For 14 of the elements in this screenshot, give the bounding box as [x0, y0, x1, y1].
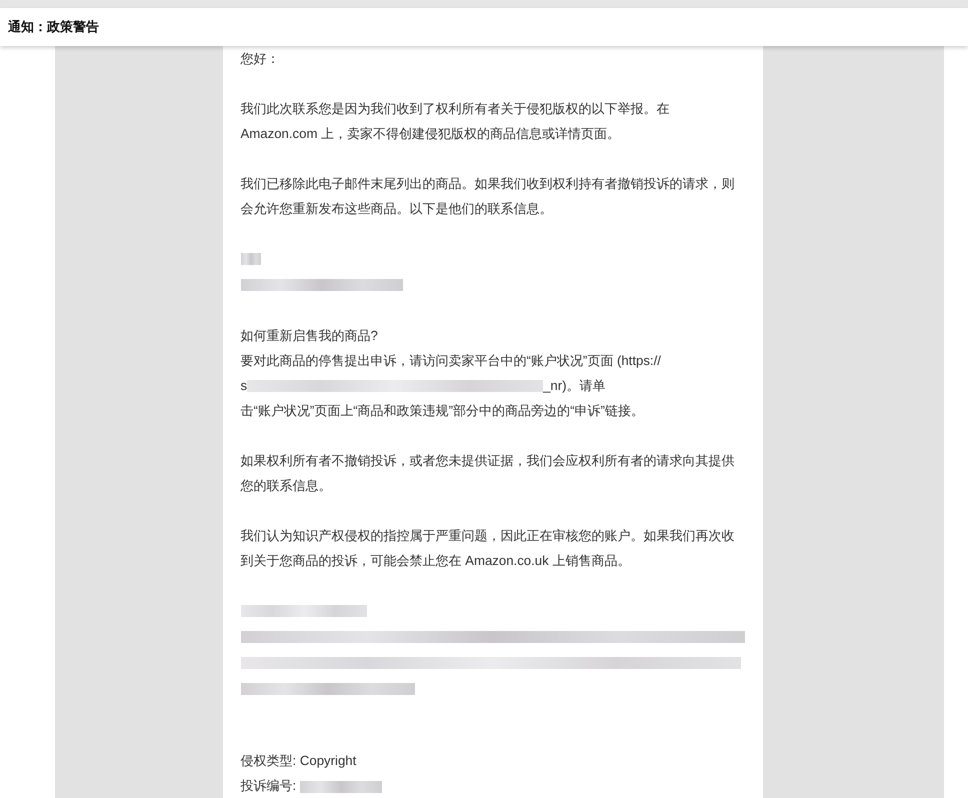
link-text: s [240, 377, 248, 395]
redacted-text [240, 253, 260, 265]
email-paragraph: 我们认为知识产权侵权的指控属于严重问题，因此正在审核您的账户。如果我们再次收到关于您商品的投诉，可能会禁止您在 Amazon.co.uk 上销售商品。 [240, 528, 734, 568]
section-heading: 如何重新启售我的商品? [240, 327, 379, 345]
email-paragraph: 我们已移除此电子邮件末尾列出的商品。如果我们收到权利持有者撤销投诉的请求，则会允许您重新发布这些商品。以下是他们的联系信息。 [240, 176, 734, 216]
email-paragraph: 我们此次联系您是因为我们收到了权利所有者关于侵犯版权的以下举报。在 Amazon.com 上，卖家不得创建侵犯版权的商品信息或详情页面。 [240, 101, 670, 141]
email-paragraph: 击“账户状况”页面上“商品和政策违规”部分中的商品旁边的“申诉”链接。 [240, 402, 645, 420]
email-paragraph: 您好： [240, 51, 280, 66]
email-paragraph: _nr)。请单 [543, 377, 606, 395]
email-paragraph: 如果权利所有者不撤销投诉，或者您未提供证据，我们会应权利所有者的请求向其提供您的联系信息。 [240, 453, 734, 493]
field-label: 投诉编号: [240, 778, 298, 793]
info-field: 侵权类型: Copyright [240, 748, 744, 773]
email-paragraph: 要对此商品的停售提出申诉，请访问卖家平台中的“账户状况”页面 (https:// [240, 352, 662, 370]
page-title: 通知：政策警告 [8, 18, 99, 36]
